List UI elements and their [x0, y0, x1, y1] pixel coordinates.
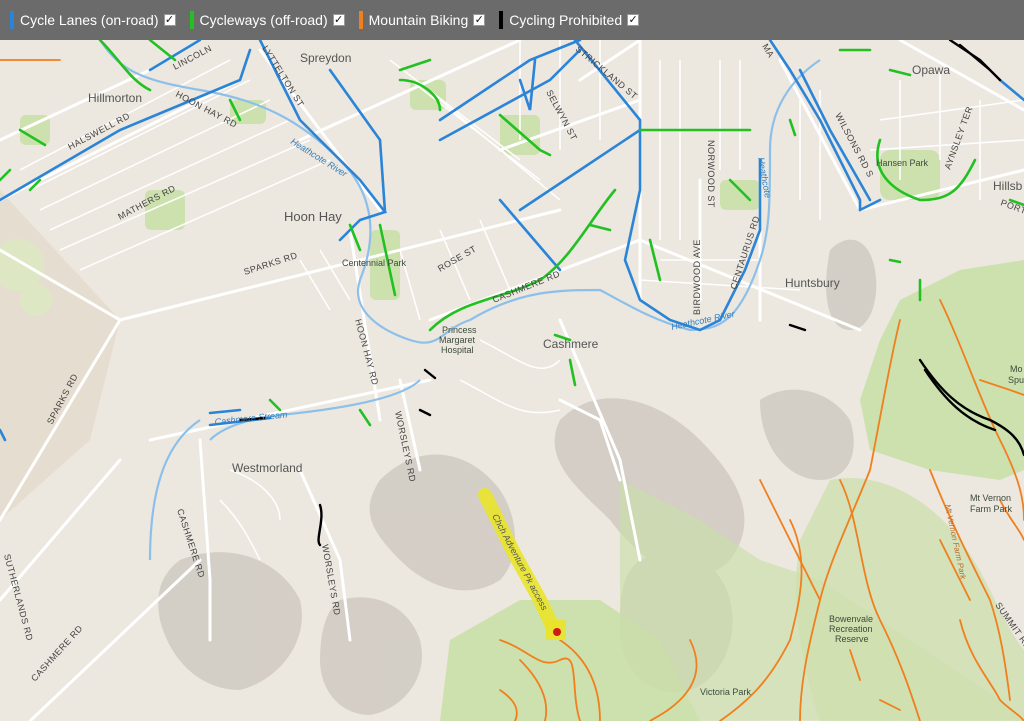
place-mt-vernon-1: Mt Vernon	[970, 493, 1011, 503]
place-huntsbury: Huntsbury	[785, 276, 840, 290]
place-hansen-park: Hansen Park	[876, 158, 929, 168]
place-cashmere: Cashmere	[543, 337, 599, 351]
legend-label-cycling-prohibited: Cycling Prohibited	[509, 12, 623, 28]
place-bowenvale-1: Bowenvale	[829, 614, 873, 624]
legend-checkbox-mountain-biking[interactable]: ✓	[473, 14, 486, 26]
legend-cycling-prohibited[interactable]: Cycling Prohibited ✓	[499, 11, 640, 29]
road-birdwood: BIRDWOOD AVE	[692, 239, 702, 315]
cycleways-swatch	[189, 11, 194, 29]
place-hillsb: Hillsb	[993, 179, 1023, 193]
place-bowenvale-3: Reserve	[835, 634, 869, 644]
place-mo-2: Spu	[1008, 375, 1024, 385]
place-spreydon: Spreydon	[300, 51, 351, 65]
place-westmorland: Westmorland	[232, 461, 302, 475]
place-bowenvale-2: Recreation	[829, 624, 873, 634]
place-princess-1: Princess	[442, 325, 477, 335]
place-princess-2: Margaret	[439, 335, 476, 345]
place-mt-vernon-2: Farm Park	[970, 504, 1013, 514]
map-canvas[interactable]: Spreydon Hillmorton Opawa Hoon Hay Hanse…	[0, 40, 1024, 721]
cycling-prohibited-swatch	[499, 11, 504, 29]
legend-cycle-lanes[interactable]: Cycle Lanes (on-road) ✓	[10, 11, 176, 29]
legend-checkbox-cycle-lanes[interactable]: ✓	[163, 14, 176, 26]
mountain-biking-swatch	[358, 11, 363, 29]
legend-label-cycle-lanes: Cycle Lanes (on-road)	[20, 12, 159, 28]
place-opawa: Opawa	[912, 63, 950, 77]
place-centennial-park: Centennial Park	[342, 258, 407, 268]
legend-mountain-biking[interactable]: Mountain Biking ✓	[358, 11, 486, 29]
legend-cycleways[interactable]: Cycleways (off-road) ✓	[189, 11, 345, 29]
legend-checkbox-cycleways[interactable]: ✓	[332, 14, 345, 26]
road-norwood: NORWOOD ST	[706, 140, 716, 208]
legend-bar: Cycle Lanes (on-road) ✓ Cycleways (off-r…	[0, 0, 1024, 40]
place-victoria-park: Victoria Park	[700, 687, 751, 697]
legend-checkbox-cycling-prohibited[interactable]: ✓	[627, 14, 640, 26]
map-app: Cycle Lanes (on-road) ✓ Cycleways (off-r…	[0, 0, 1024, 721]
place-hillmorton: Hillmorton	[88, 91, 142, 105]
map-svg[interactable]: Spreydon Hillmorton Opawa Hoon Hay Hanse…	[0, 40, 1024, 721]
place-hoon-hay: Hoon Hay	[284, 209, 342, 224]
cycle-lanes-swatch	[10, 11, 14, 29]
legend-label-cycleways: Cycleways (off-road)	[199, 12, 328, 28]
legend-label-mountain-biking: Mountain Biking	[368, 12, 469, 28]
place-princess-3: Hospital	[441, 345, 474, 355]
location-marker-icon[interactable]	[553, 628, 561, 636]
place-mo-1: Mo	[1010, 364, 1023, 374]
